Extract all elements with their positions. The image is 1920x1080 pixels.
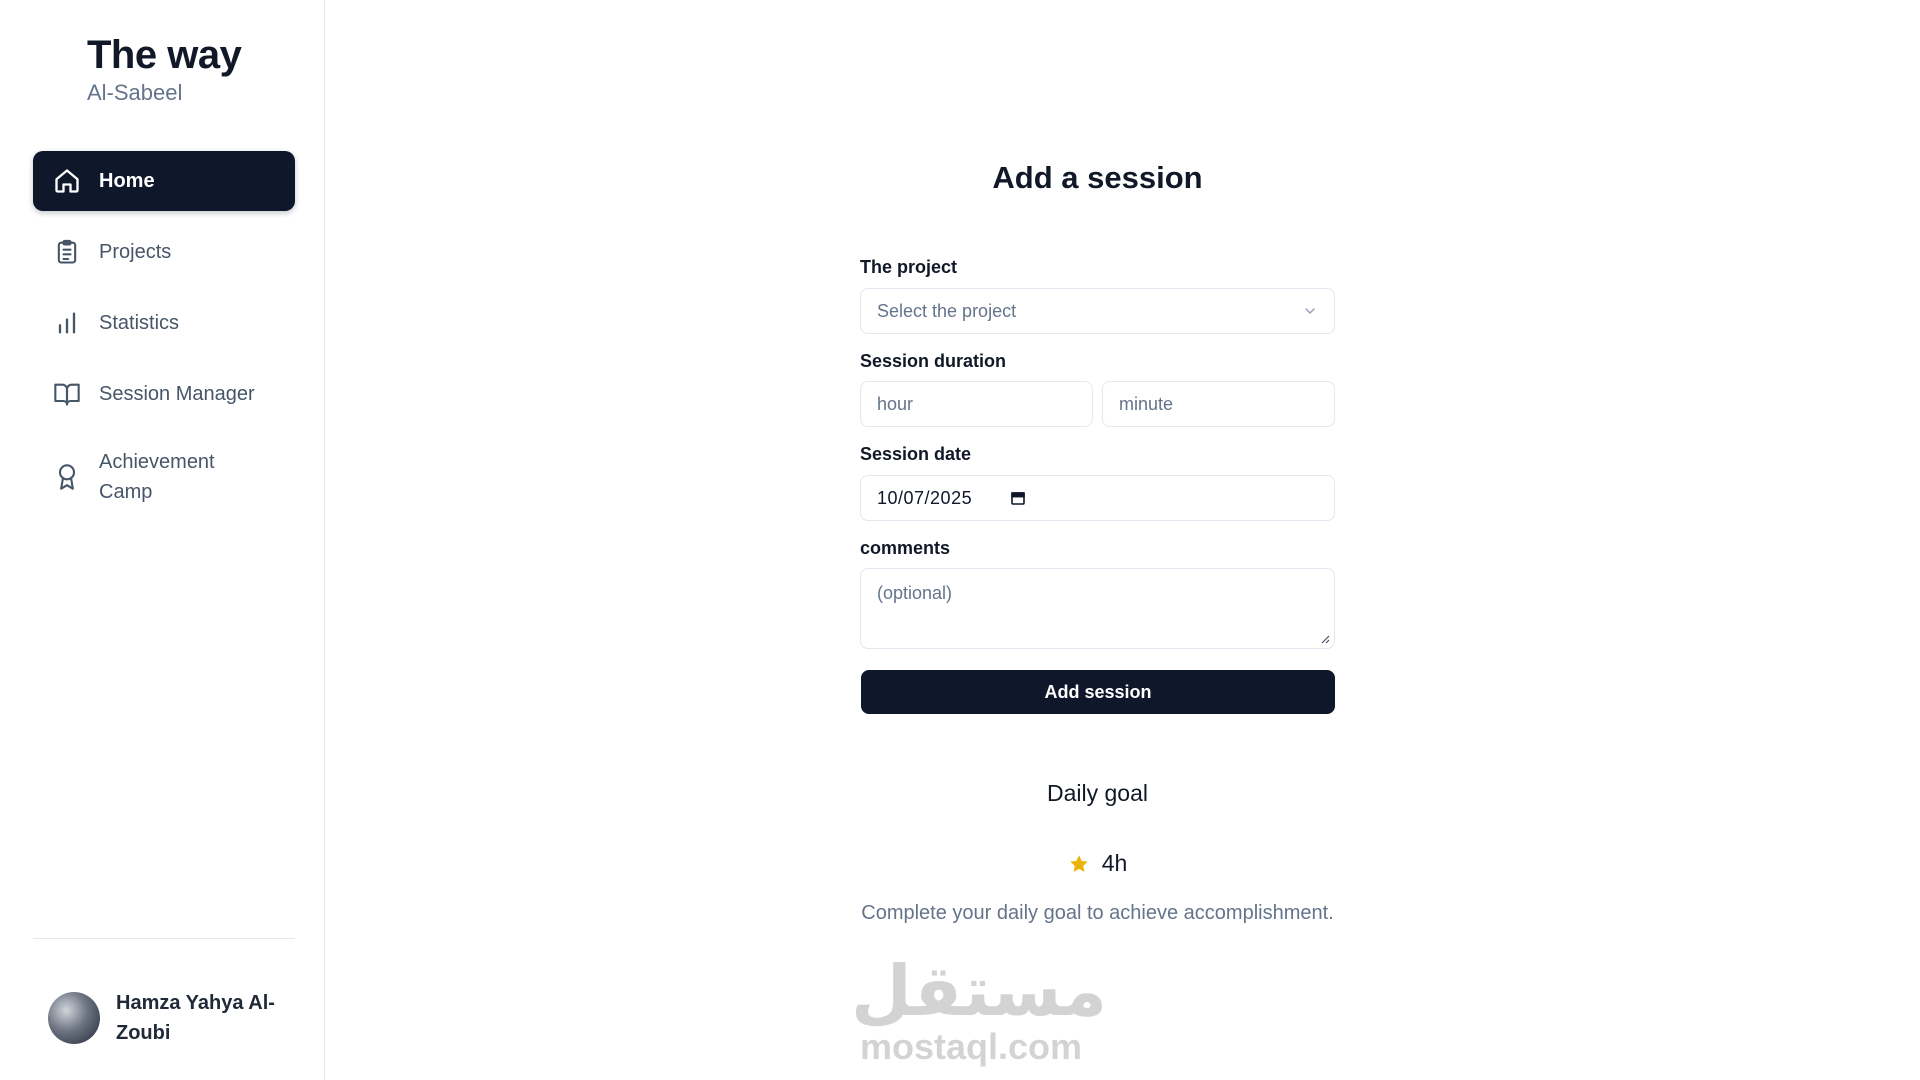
hour-input-placeholder: hour <box>877 393 914 414</box>
sidebar-item-statistics[interactable]: Statistics <box>33 293 295 353</box>
comments-placeholder: (optional) <box>877 583 953 603</box>
sidebar-item-projects[interactable]: Projects <box>33 222 295 282</box>
duration-label: Session duration <box>860 351 1007 371</box>
mostaql-watermark: مستقل mostaql.com <box>851 952 1108 1070</box>
date-label: Session date <box>860 444 972 464</box>
sidebar-item-label: Home <box>99 170 155 192</box>
home-icon <box>53 167 81 195</box>
minute-input[interactable]: minute <box>1102 381 1335 427</box>
star-icon <box>1069 854 1088 872</box>
avatar <box>48 992 100 1044</box>
project-select[interactable]: Select the project <box>860 288 1335 334</box>
add-session-button[interactable]: Add session <box>861 670 1335 714</box>
brand: The way Al-Sabeel <box>87 32 242 106</box>
calendar-icon[interactable] <box>1010 490 1026 506</box>
project-select-placeholder: Select the project <box>877 300 1017 321</box>
comments-label: comments <box>860 538 951 558</box>
bar-chart-icon <box>53 309 81 337</box>
watermark-arabic: مستقل <box>851 952 1108 1030</box>
date-value: 10/07/2025 <box>877 487 973 508</box>
project-label: The project <box>860 257 958 277</box>
award-icon <box>53 463 81 491</box>
page-title: Add a session <box>992 160 1203 195</box>
daily-goal-value: 4h <box>1101 850 1128 876</box>
brand-subtitle: Al-Sabeel <box>87 80 183 105</box>
daily-goal-title: Daily goal <box>1047 780 1148 806</box>
watermark-latin: mostaql.com <box>859 1026 1083 1067</box>
book-open-icon <box>53 380 81 408</box>
sidebar-item-label: Session Manager <box>99 383 255 405</box>
sidebar-item-label: Statistics <box>99 312 180 334</box>
sidebar-item-label: Projects <box>99 241 172 263</box>
sidebar-item-achievement-camp[interactable]: Achievement Camp <box>33 435 295 519</box>
clipboard-icon <box>53 238 81 266</box>
hour-input[interactable]: hour <box>860 381 1093 427</box>
chevron-down-icon <box>1305 308 1315 314</box>
minute-input-placeholder: minute <box>1119 393 1174 414</box>
brand-title: The way <box>87 33 242 77</box>
daily-goal-description: Complete your daily goal to achieve acco… <box>861 902 1334 924</box>
resize-handle-icon[interactable] <box>1320 634 1330 644</box>
sidebar: The way Al-Sabeel Home Projects Statisti… <box>0 0 325 1080</box>
sidebar-divider <box>33 938 295 939</box>
user-profile[interactable]: Hamza Yahya Al-Zoubi <box>48 988 286 1048</box>
sidebar-nav: Home Projects Statistics Session Manager… <box>33 151 295 530</box>
user-name: Hamza Yahya Al-Zoubi <box>116 992 275 1044</box>
daily-goal-row: 4h <box>860 850 1335 877</box>
sidebar-item-label: Achievement Camp <box>99 451 215 503</box>
session-date-input[interactable]: 10/07/2025 <box>860 475 1335 521</box>
comments-textarea[interactable]: (optional) <box>860 568 1335 649</box>
sidebar-item-home[interactable]: Home <box>33 151 295 211</box>
sidebar-item-session-manager[interactable]: Session Manager <box>33 364 295 424</box>
